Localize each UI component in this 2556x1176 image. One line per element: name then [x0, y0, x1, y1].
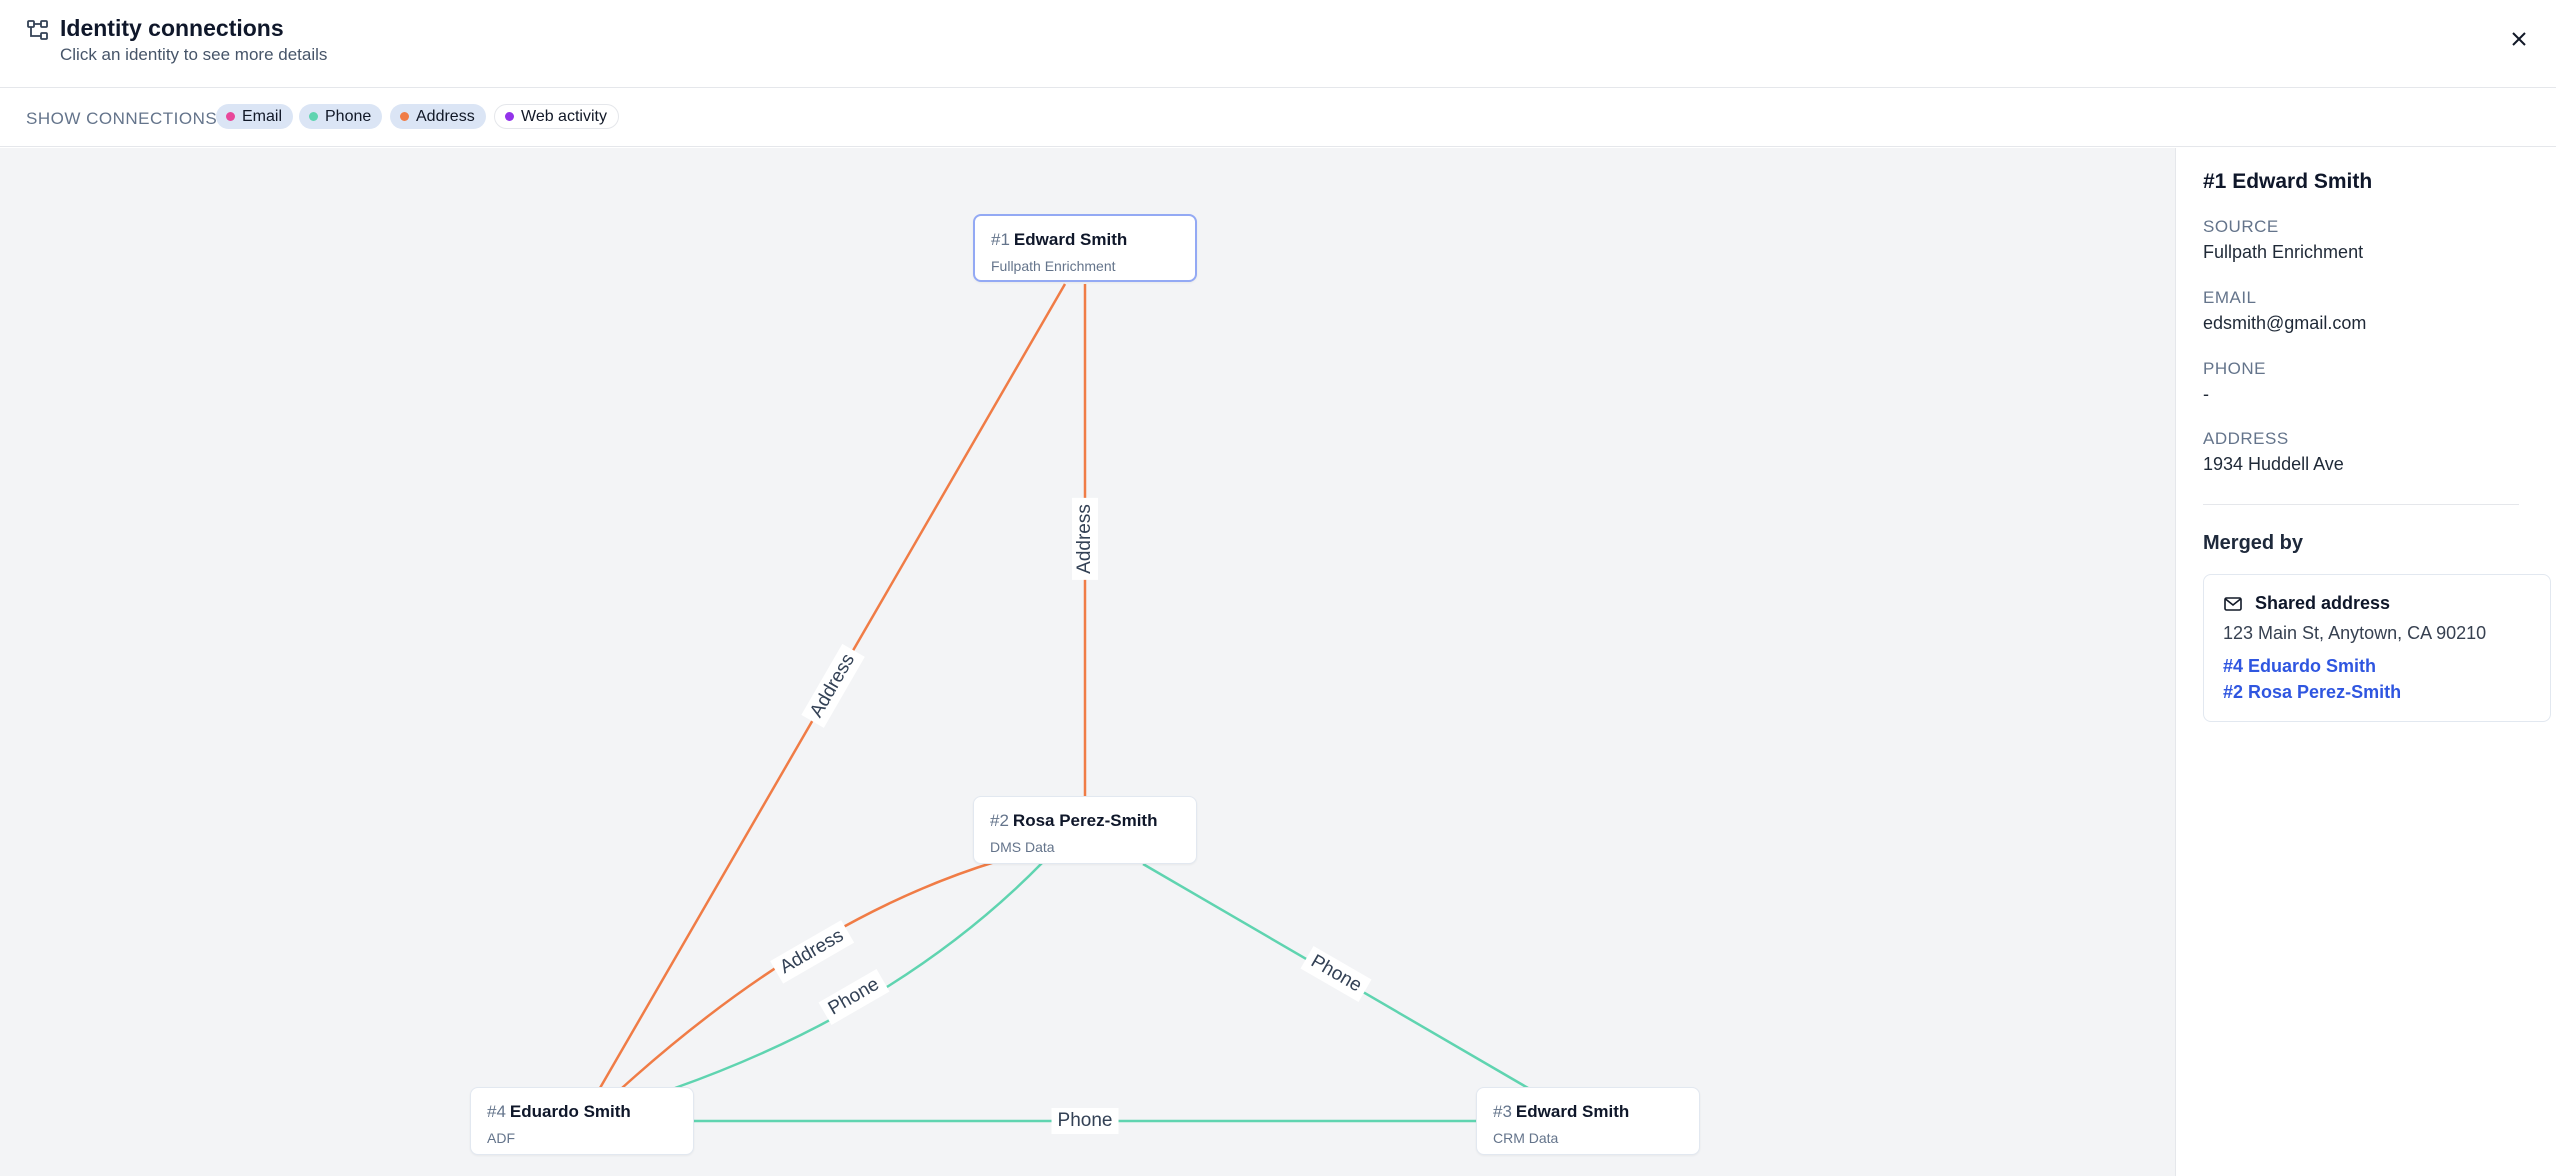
identity-node-4[interactable]: #4 Eduardo Smith ADF	[470, 1087, 694, 1155]
details-divider	[2203, 504, 2519, 505]
merged-by-heading: Merged by	[2203, 532, 2304, 554]
node-source: ADF	[487, 1130, 515, 1146]
close-icon	[2512, 32, 2526, 46]
graph-edges	[598, 283, 1529, 1123]
node-number: #2	[990, 811, 1009, 830]
edge-label-phone: Phone	[1051, 1108, 1119, 1134]
identity-details-panel: #1 Edward Smith SOURCE Fullpath Enrichme…	[2175, 148, 2556, 1176]
email-value: edsmith@gmail.com	[2203, 313, 2367, 333]
source-value: Fullpath Enrichment	[2203, 242, 2364, 262]
filter-chip-phone[interactable]: Phone	[299, 104, 383, 129]
connections-filter-bar: SHOW CONNECTIONS Email Phone Address Web…	[0, 89, 2556, 147]
node-source: CRM Data	[1493, 1130, 1559, 1146]
email-dot-icon	[226, 112, 235, 121]
web-activity-dot-icon	[505, 112, 514, 121]
identity-node-2[interactable]: #2 Rosa Perez-Smith DMS Data	[973, 796, 1197, 864]
merge-reason-card: Shared address 123 Main St, Anytown, CA …	[2203, 574, 2551, 722]
graph-nodes-icon	[27, 20, 48, 40]
email-label: EMAIL	[2203, 288, 2257, 307]
node-source: Fullpath Enrichment	[991, 258, 1116, 274]
phone-dot-icon	[309, 112, 318, 121]
phone-value: -	[2203, 384, 2209, 404]
edge-2-4-address	[621, 859, 999, 1089]
identity-node-1[interactable]: #1 Edward Smith Fullpath Enrichment	[973, 214, 1197, 282]
identity-graph-canvas[interactable]: Address Address Address Phone Phone Phon…	[0, 148, 2175, 1176]
filter-chip-label: Phone	[325, 107, 372, 125]
node-number: #4	[487, 1102, 506, 1121]
node-name: Rosa Perez-Smith	[1012, 811, 1158, 830]
address-dot-icon	[400, 112, 409, 121]
close-button[interactable]	[2504, 24, 2534, 54]
dialog-header: Identity connections Click an identity t…	[0, 0, 2556, 88]
filter-chip-label: Web activity	[521, 107, 607, 125]
address-label: ADDRESS	[2203, 429, 2289, 448]
node-number: #3	[1493, 1102, 1512, 1121]
node-name: Edward Smith	[1515, 1102, 1630, 1121]
node-source: DMS Data	[990, 839, 1055, 855]
filter-chip-label: Address	[416, 107, 475, 125]
source-label: SOURCE	[2203, 217, 2279, 236]
filter-chip-address[interactable]: Address	[390, 104, 486, 129]
filter-chip-web-activity[interactable]: Web activity	[494, 104, 619, 129]
address-value: 1934 Huddell Ave	[2203, 454, 2344, 474]
edge-2-4-phone	[674, 862, 1043, 1090]
merge-reason-address: 123 Main St, Anytown, CA 90210	[2223, 623, 2487, 643]
edge-label-address: Address	[1072, 498, 1098, 580]
phone-label: PHONE	[2203, 359, 2266, 378]
filter-chip-email[interactable]: Email	[216, 104, 294, 129]
merge-reason-title: Shared address	[2255, 593, 2391, 613]
mail-icon	[2224, 597, 2242, 611]
merged-identity-link-2[interactable]: #2 Rosa Perez-Smith	[2223, 682, 2401, 703]
filter-chip-label: Email	[242, 107, 283, 125]
merged-identity-link-4[interactable]: #4 Eduardo Smith	[2223, 656, 2376, 677]
node-name: Edward Smith	[1013, 230, 1128, 249]
show-connections-label: SHOW CONNECTIONS	[26, 109, 218, 128]
node-number: #1	[991, 230, 1010, 249]
identity-node-3[interactable]: #3 Edward Smith CRM Data	[1476, 1087, 1700, 1155]
details-title: #1 Edward Smith	[2203, 170, 2373, 193]
dialog-title: Identity connections	[60, 15, 284, 41]
dialog-subtitle: Click an identity to see more details	[60, 45, 328, 64]
node-name: Eduardo Smith	[509, 1102, 631, 1121]
